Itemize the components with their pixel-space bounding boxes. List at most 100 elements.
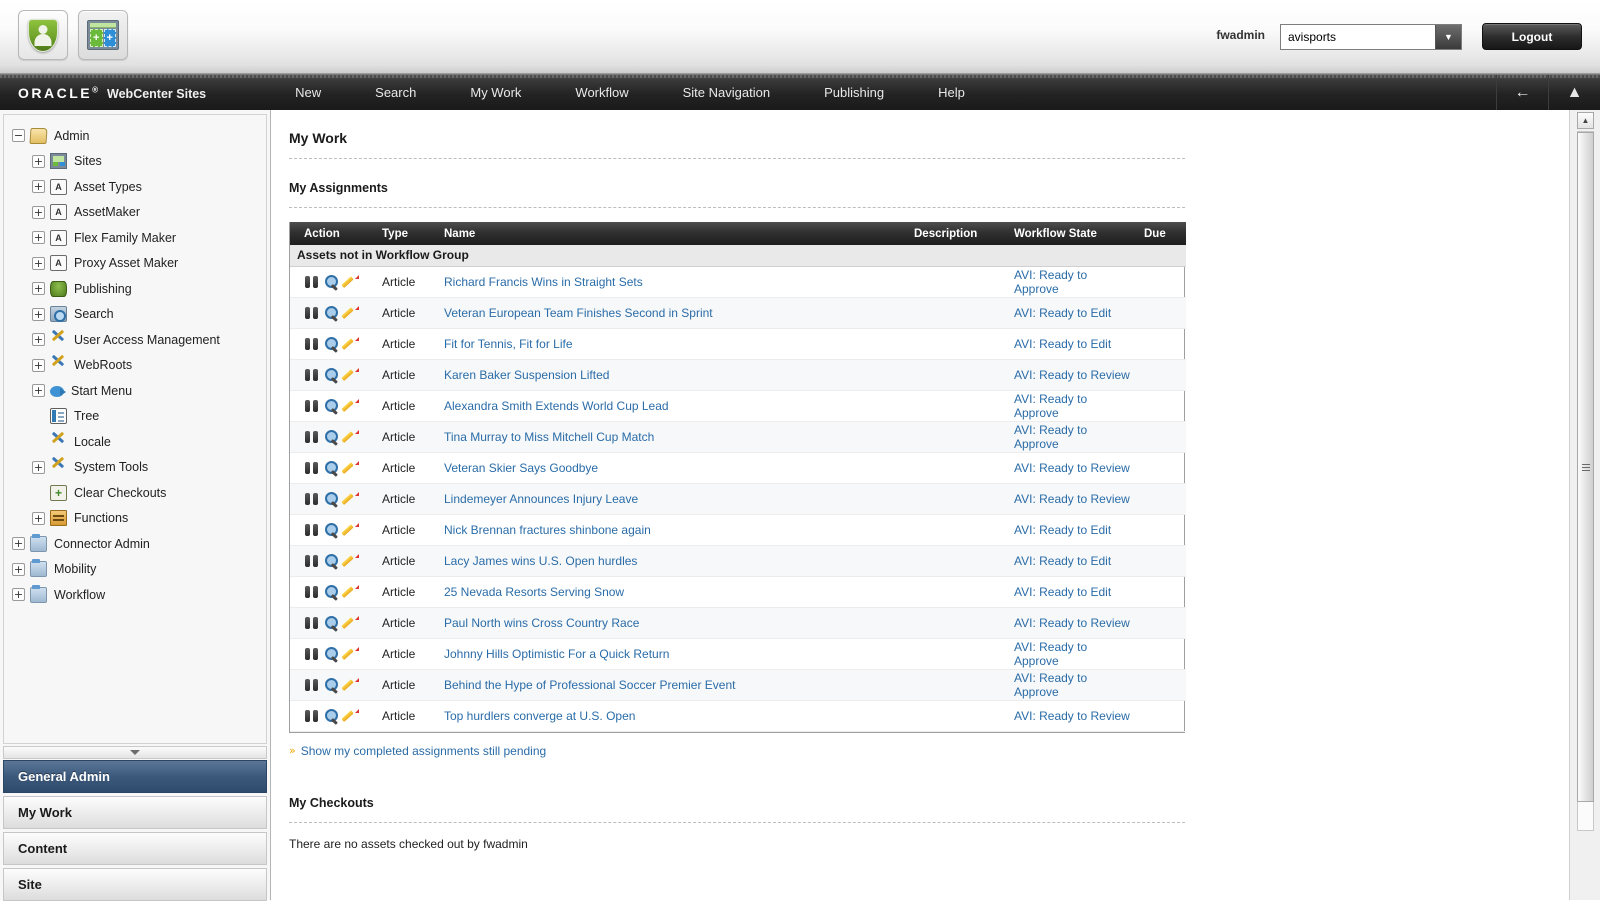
magnifier-icon[interactable] bbox=[324, 306, 339, 320]
back-button[interactable]: ← bbox=[1496, 75, 1548, 111]
table-row[interactable]: ArticleAlexandra Smith Extends World Cup… bbox=[290, 390, 1186, 421]
pencil-icon[interactable] bbox=[344, 275, 359, 289]
tree-node-proxy-asset-maker[interactable]: +AProxy Asset Maker bbox=[4, 251, 266, 277]
binoculars-icon[interactable] bbox=[304, 647, 319, 661]
pencil-icon[interactable] bbox=[344, 616, 359, 630]
tree-node-start-menu[interactable]: +Start Menu bbox=[4, 378, 266, 404]
row-workflow-state[interactable]: AVI: Ready to Edit bbox=[1008, 328, 1138, 359]
sites-button[interactable]: + + bbox=[78, 10, 128, 60]
tree-node-clear-checkouts[interactable]: Clear Checkouts bbox=[4, 480, 266, 506]
row-workflow-state[interactable]: AVI: Ready to Review bbox=[1008, 483, 1138, 514]
binoculars-icon[interactable] bbox=[304, 275, 319, 289]
table-row[interactable]: ArticleVeteran European Team Finishes Se… bbox=[290, 297, 1186, 328]
expand-icon[interactable]: + bbox=[32, 282, 45, 295]
binoculars-icon[interactable] bbox=[304, 709, 319, 723]
binoculars-icon[interactable] bbox=[304, 461, 319, 475]
binoculars-icon[interactable] bbox=[304, 554, 319, 568]
row-name-text[interactable]: Fit for Tennis, Fit for Life bbox=[444, 337, 573, 351]
row-name[interactable]: Alexandra Smith Extends World Cup Lead bbox=[438, 390, 908, 421]
row-name-text[interactable]: Veteran Skier Says Goodbye bbox=[444, 461, 598, 475]
row-workflow-state-text[interactable]: AVI: Ready to Review bbox=[1014, 616, 1130, 630]
row-name[interactable]: Tina Murray to Miss Mitchell Cup Match bbox=[438, 421, 908, 452]
row-workflow-state-text[interactable]: AVI: Ready to Review bbox=[1014, 492, 1130, 506]
row-workflow-state-text[interactable]: AVI: Ready to Approve bbox=[1014, 423, 1087, 451]
pencil-icon[interactable] bbox=[344, 337, 359, 351]
pencil-icon[interactable] bbox=[344, 554, 359, 568]
tree-node-functions[interactable]: +Functions bbox=[4, 506, 266, 532]
tree-node-publishing[interactable]: +Publishing bbox=[4, 276, 266, 302]
magnifier-icon[interactable] bbox=[324, 430, 339, 444]
binoculars-icon[interactable] bbox=[304, 430, 319, 444]
expand-icon[interactable]: + bbox=[32, 155, 45, 168]
row-workflow-state-text[interactable]: AVI: Ready to Approve bbox=[1014, 268, 1087, 296]
table-row[interactable]: ArticleFit for Tennis, Fit for LifeAVI: … bbox=[290, 328, 1186, 359]
pencil-icon[interactable] bbox=[344, 523, 359, 537]
col-due[interactable]: Due bbox=[1138, 222, 1186, 245]
row-workflow-state[interactable]: AVI: Ready to Edit bbox=[1008, 545, 1138, 576]
pencil-icon[interactable] bbox=[344, 585, 359, 599]
row-name[interactable]: 25 Nevada Resorts Serving Snow bbox=[438, 576, 908, 607]
tree-node-locale[interactable]: Locale bbox=[4, 429, 266, 455]
row-name-text[interactable]: Nick Brennan fractures shinbone again bbox=[444, 523, 651, 537]
col-type[interactable]: Type bbox=[376, 222, 438, 245]
pencil-icon[interactable] bbox=[344, 678, 359, 692]
row-name[interactable]: Lindemeyer Announces Injury Leave bbox=[438, 483, 908, 514]
pencil-icon[interactable] bbox=[344, 368, 359, 382]
magnifier-icon[interactable] bbox=[324, 368, 339, 382]
row-name-text[interactable]: Paul North wins Cross Country Race bbox=[444, 616, 639, 630]
table-row[interactable]: ArticleRichard Francis Wins in Straight … bbox=[290, 266, 1186, 297]
nav-item-site-navigation[interactable]: Site Navigation bbox=[656, 75, 797, 111]
nav-item-search[interactable]: Search bbox=[348, 75, 443, 111]
pencil-icon[interactable] bbox=[344, 709, 359, 723]
row-name[interactable]: Veteran European Team Finishes Second in… bbox=[438, 297, 908, 328]
row-name[interactable]: Lacy James wins U.S. Open hurdles bbox=[438, 545, 908, 576]
binoculars-icon[interactable] bbox=[304, 492, 319, 506]
sidebar-panel-site[interactable]: Site bbox=[3, 868, 267, 901]
row-workflow-state[interactable]: AVI: Ready to Approve bbox=[1008, 390, 1138, 421]
expand-icon[interactable]: + bbox=[12, 537, 25, 550]
sidebar-panel-my-work[interactable]: My Work bbox=[3, 796, 267, 829]
pencil-icon[interactable] bbox=[344, 306, 359, 320]
main-vertical-scrollbar[interactable]: ▲ bbox=[1569, 110, 1600, 900]
row-workflow-state[interactable]: AVI: Ready to Edit bbox=[1008, 514, 1138, 545]
row-name-text[interactable]: Lindemeyer Announces Injury Leave bbox=[444, 492, 638, 506]
expand-icon[interactable]: + bbox=[32, 512, 45, 525]
row-workflow-state-text[interactable]: AVI: Ready to Review bbox=[1014, 461, 1130, 475]
pencil-icon[interactable] bbox=[344, 647, 359, 661]
nav-item-new[interactable]: New bbox=[268, 75, 348, 111]
row-name[interactable]: Veteran Skier Says Goodbye bbox=[438, 452, 908, 483]
row-name-text[interactable]: Behind the Hype of Professional Soccer P… bbox=[444, 678, 735, 692]
table-row[interactable]: ArticleBehind the Hype of Professional S… bbox=[290, 669, 1186, 700]
row-name-text[interactable]: Richard Francis Wins in Straight Sets bbox=[444, 275, 643, 289]
row-workflow-state[interactable]: AVI: Ready to Approve bbox=[1008, 421, 1138, 452]
magnifier-icon[interactable] bbox=[324, 647, 339, 661]
row-name-text[interactable]: Top hurdlers converge at U.S. Open bbox=[444, 709, 635, 723]
table-row[interactable]: ArticlePaul North wins Cross Country Rac… bbox=[290, 607, 1186, 638]
row-workflow-state-text[interactable]: AVI: Ready to Review bbox=[1014, 709, 1130, 723]
binoculars-icon[interactable] bbox=[304, 616, 319, 630]
table-row[interactable]: ArticleLindemeyer Announces Injury Leave… bbox=[290, 483, 1186, 514]
nav-item-help[interactable]: Help bbox=[911, 75, 992, 111]
table-row[interactable]: ArticleJohnny Hills Optimistic For a Qui… bbox=[290, 638, 1186, 669]
table-row[interactable]: ArticleNick Brennan fractures shinbone a… bbox=[290, 514, 1186, 545]
expand-icon[interactable]: + bbox=[32, 308, 45, 321]
row-name-text[interactable]: 25 Nevada Resorts Serving Snow bbox=[444, 585, 624, 599]
row-name[interactable]: Nick Brennan fractures shinbone again bbox=[438, 514, 908, 545]
table-row[interactable]: Article25 Nevada Resorts Serving SnowAVI… bbox=[290, 576, 1186, 607]
magnifier-icon[interactable] bbox=[324, 709, 339, 723]
tree-node-search[interactable]: +Search bbox=[4, 302, 266, 328]
row-workflow-state[interactable]: AVI: Ready to Review bbox=[1008, 607, 1138, 638]
magnifier-icon[interactable] bbox=[324, 275, 339, 289]
row-workflow-state-text[interactable]: AVI: Ready to Approve bbox=[1014, 392, 1087, 420]
table-row[interactable]: ArticleTina Murray to Miss Mitchell Cup … bbox=[290, 421, 1186, 452]
nav-item-my-work[interactable]: My Work bbox=[443, 75, 548, 111]
magnifier-icon[interactable] bbox=[324, 678, 339, 692]
col-name[interactable]: Name bbox=[438, 222, 908, 245]
show-completed-assignments-link[interactable]: » Show my completed assignments still pe… bbox=[289, 744, 1569, 758]
binoculars-icon[interactable] bbox=[304, 399, 319, 413]
row-name-text[interactable]: Karen Baker Suspension Lifted bbox=[444, 368, 609, 382]
magnifier-icon[interactable] bbox=[324, 523, 339, 537]
row-workflow-state[interactable]: AVI: Ready to Review bbox=[1008, 452, 1138, 483]
binoculars-icon[interactable] bbox=[304, 368, 319, 382]
pencil-icon[interactable] bbox=[344, 430, 359, 444]
